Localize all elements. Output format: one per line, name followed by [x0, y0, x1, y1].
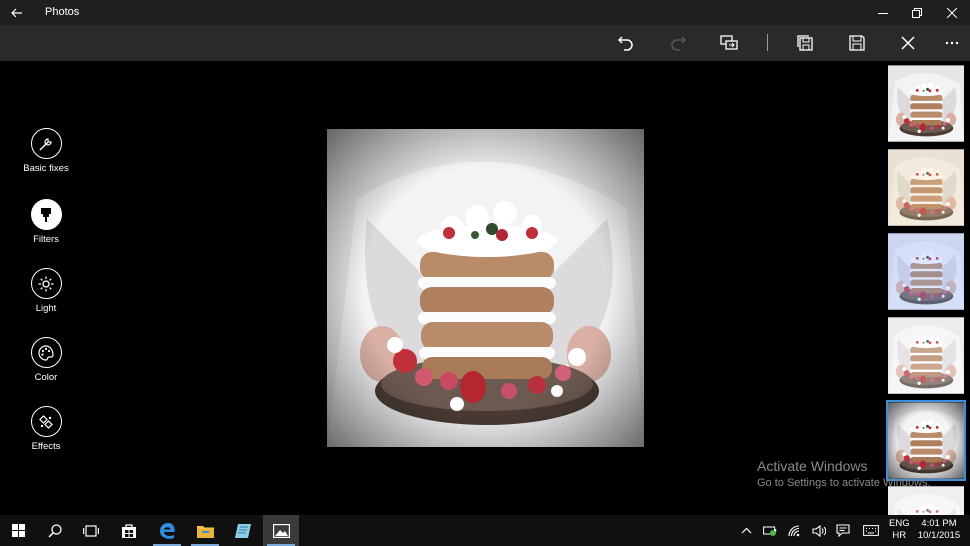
filter-icon — [41, 207, 51, 222]
undo-icon — [618, 36, 633, 51]
effects-icon — [39, 414, 53, 429]
notifications-icon — [836, 524, 850, 537]
filter-thumbnail[interactable] — [888, 233, 964, 310]
volume-button[interactable] — [808, 515, 830, 546]
tool-basic-fixes-circle — [30, 128, 62, 159]
file-explorer-icon — [196, 525, 214, 538]
palette-icon — [38, 344, 54, 361]
tool-filters[interactable]: Filters — [15, 199, 77, 257]
cancel-icon — [901, 36, 915, 50]
start-button[interactable] — [0, 515, 36, 546]
filter-preview-image — [888, 317, 964, 394]
power-status-button[interactable] — [759, 515, 781, 546]
clock-time: 4:01 PM — [921, 518, 957, 529]
start-icon — [11, 524, 25, 537]
redo-icon — [671, 36, 686, 51]
sun-icon — [38, 276, 54, 291]
more-options-button[interactable] — [937, 29, 967, 57]
filter-strip — [884, 61, 970, 515]
tool-filters-circle — [30, 199, 62, 230]
back-button[interactable] — [6, 3, 28, 22]
tool-color-circle — [30, 337, 62, 368]
wifi-icon — [788, 524, 800, 536]
taskbar-edge[interactable] — [149, 515, 185, 546]
cake-photo-image — [327, 129, 644, 447]
clock[interactable]: 4:01 PM 10/1/2015 — [916, 518, 962, 542]
minimize-icon — [878, 12, 888, 14]
watermark-subtitle: Go to Settings to activate Windows. — [757, 477, 931, 489]
tool-light[interactable]: Light — [15, 268, 77, 326]
taskbar-store[interactable] — [111, 515, 147, 546]
search-button[interactable] — [37, 515, 73, 546]
input-language[interactable]: ENG HR — [889, 518, 910, 542]
cancel-edit-button[interactable] — [893, 29, 923, 57]
photos-icon — [272, 523, 290, 538]
restore-button[interactable] — [899, 0, 935, 25]
tool-label: Basic fixes — [23, 163, 69, 174]
filter-preview-image — [888, 233, 964, 310]
clock-date: 10/1/2015 — [917, 530, 961, 541]
close-icon — [947, 7, 957, 18]
show-hidden-icons-button[interactable] — [735, 515, 757, 546]
wand-icon — [39, 137, 52, 150]
toolbar-separator — [767, 34, 768, 51]
minimize-button[interactable] — [865, 0, 901, 25]
undo-button[interactable] — [611, 29, 641, 57]
taskbar: ENG HR 4:01 PM 10/1/2015 — [0, 515, 970, 546]
store-icon — [122, 523, 136, 538]
edge-icon — [159, 522, 175, 539]
battery-plugged-icon — [762, 526, 776, 536]
title-bar: Photos — [0, 0, 970, 25]
filter-preview-image — [888, 149, 964, 226]
action-center-button[interactable] — [832, 515, 854, 546]
edit-toolbar — [0, 25, 970, 61]
touch-keyboard-button[interactable] — [860, 515, 882, 546]
tool-label: Effects — [31, 441, 61, 452]
edited-photo[interactable] — [327, 129, 644, 447]
redo-button[interactable] — [663, 29, 693, 57]
compare-icon — [720, 35, 738, 50]
keyboard-icon — [863, 525, 879, 536]
tool-effects[interactable]: Effects — [15, 406, 77, 464]
search-icon — [48, 523, 62, 538]
tool-label: Color — [34, 372, 58, 383]
tool-basic-fixes[interactable]: Basic fixes — [15, 128, 77, 186]
speaker-icon — [812, 524, 826, 537]
app-icon — [235, 523, 251, 538]
chevron-up-icon — [741, 527, 751, 534]
filter-thumbnail[interactable] — [888, 317, 964, 394]
save-icon — [849, 35, 865, 51]
tool-effects-circle — [30, 406, 62, 437]
compare-button[interactable] — [714, 29, 744, 57]
save-copy-button[interactable] — [790, 29, 820, 57]
taskbar-app[interactable] — [225, 515, 261, 546]
tool-label: Light — [35, 303, 57, 314]
filter-preview-image — [888, 486, 964, 515]
app-title: Photos — [45, 6, 80, 18]
filter-thumbnail[interactable] — [888, 486, 964, 515]
filter-preview-image — [888, 65, 964, 142]
tool-color[interactable]: Color — [15, 337, 77, 395]
tool-label: Filters — [33, 234, 59, 245]
filter-thumbnail[interactable] — [888, 65, 964, 142]
taskbar-file-explorer[interactable] — [187, 515, 223, 546]
task-view-button[interactable] — [73, 515, 109, 546]
network-button[interactable] — [784, 515, 806, 546]
taskbar-photos[interactable] — [263, 515, 299, 546]
save-button[interactable] — [842, 29, 872, 57]
watermark-title: Activate Windows — [757, 458, 868, 474]
close-window-button[interactable] — [934, 0, 970, 25]
restore-icon — [912, 7, 922, 18]
language-code: ENG — [889, 518, 910, 529]
tool-light-circle — [30, 268, 62, 299]
task-view-icon — [83, 524, 99, 537]
back-arrow-icon — [11, 8, 22, 17]
keyboard-layout: HR — [892, 530, 907, 541]
more-icon — [945, 41, 959, 45]
filter-thumbnail[interactable] — [888, 149, 964, 226]
activation-watermark: Activate Windows Go to Settings to activ… — [757, 458, 962, 489]
save-copy-icon — [797, 35, 813, 51]
